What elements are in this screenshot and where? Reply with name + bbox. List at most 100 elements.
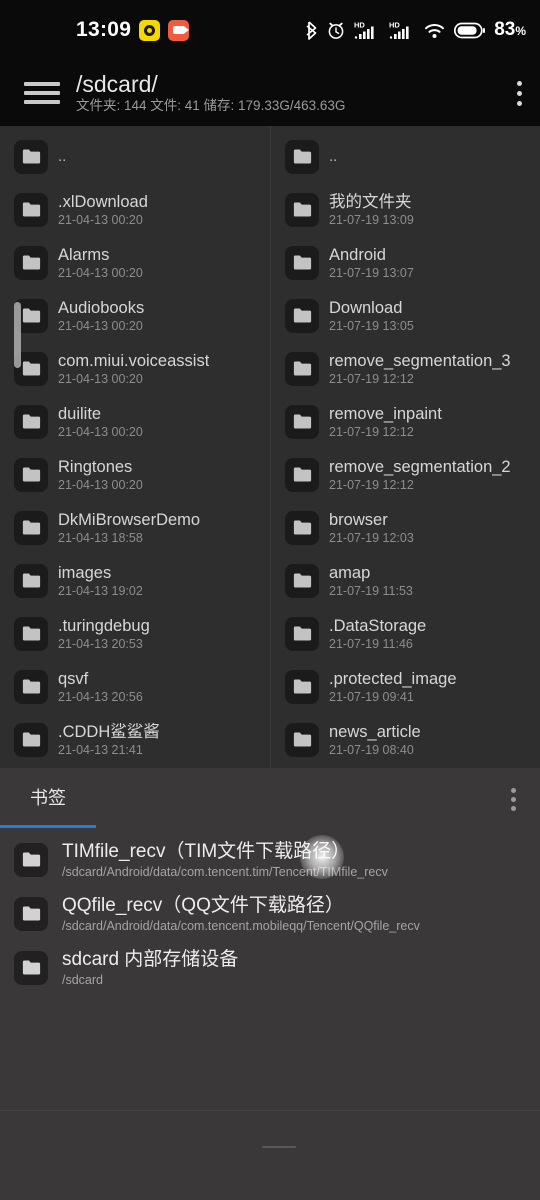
file-date: 21-07-19 11:46 <box>329 636 413 651</box>
folder-icon <box>293 573 311 588</box>
file-name: Alarms <box>58 245 110 264</box>
file-row[interactable]: .. <box>271 130 540 183</box>
file-row[interactable]: DkMiBrowserDemo 21-04-13 18:58 <box>0 501 270 554</box>
scrollbar-thumb[interactable] <box>14 302 21 368</box>
file-date: 21-04-13 00:20 <box>58 265 143 280</box>
folder-icon <box>293 308 311 323</box>
folder-icon <box>22 361 40 376</box>
file-date: 21-07-19 08:40 <box>329 742 414 757</box>
file-row[interactable]: amap 21-07-19 11:53 <box>271 554 540 607</box>
file-date: 21-07-19 12:03 <box>329 530 414 545</box>
file-row[interactable]: Download 21-07-19 13:05 <box>271 289 540 342</box>
file-row[interactable]: com.miui.voiceassist 21-04-13 00:20 <box>0 342 270 395</box>
file-row[interactable]: Audiobooks 21-04-13 00:20 <box>0 289 270 342</box>
storage-summary: 文件夹: 144 文件: 41 储存: 179.33G/463.63G <box>76 98 346 113</box>
bookmark-row[interactable]: sdcard 内部存储设备/sdcard <box>0 941 540 995</box>
folder-icon <box>285 722 319 757</box>
file-row[interactable]: images 21-04-13 19:02 <box>0 554 270 607</box>
file-row[interactable]: 我的文件夹 21-07-19 13:09 <box>271 183 540 236</box>
file-name: Ringtones <box>58 457 133 476</box>
file-row[interactable]: .DataStorage 21-07-19 11:46 <box>271 607 540 660</box>
file-row-text: remove_inpaint 21-07-19 12:12 <box>329 404 442 440</box>
file-row-text: remove_segmentation_3 21-07-19 12:12 <box>329 351 511 387</box>
file-date: 21-04-13 00:20 <box>58 371 143 386</box>
bookmarks-list: TIMfile_recv（TIM文件下载路径） /sdcard/Android/d… <box>0 826 540 995</box>
folder-icon <box>285 669 319 704</box>
file-name: .turingdebug <box>58 616 150 635</box>
folder-icon <box>293 255 311 270</box>
file-date: 21-07-19 12:12 <box>329 424 414 439</box>
file-date: 21-04-13 20:56 <box>58 689 143 704</box>
file-row[interactable]: .turingdebug 21-04-13 20:53 <box>0 607 270 660</box>
file-row[interactable]: Ringtones 21-04-13 00:20 <box>0 448 270 501</box>
folder-icon <box>14 563 48 598</box>
file-date: 21-07-19 13:05 <box>329 318 414 333</box>
file-row[interactable]: .CDDH鲨鲨酱 21-04-13 21:41 <box>0 713 270 766</box>
folder-icon <box>14 951 48 985</box>
file-row[interactable]: remove_segmentation_3 21-07-19 12:12 <box>271 342 540 395</box>
file-row-text: remove_segmentation_2 21-07-19 12:12 <box>329 457 511 493</box>
file-row[interactable]: remove_inpaint 21-07-19 12:12 <box>271 395 540 448</box>
folder-icon <box>293 679 311 694</box>
file-row-text: Download 21-07-19 13:05 <box>329 298 414 334</box>
file-row[interactable]: remove_segmentation_2 21-07-19 12:12 <box>271 448 540 501</box>
file-name: DkMiBrowserDemo <box>58 510 201 529</box>
app-bar: /sdcard/ 文件夹: 144 文件: 41 储存: 179.33G/463… <box>0 60 540 126</box>
folder-icon <box>14 722 48 757</box>
file-row[interactable]: Alarms 21-04-13 00:20 <box>0 236 270 289</box>
file-row[interactable]: .. <box>0 130 270 183</box>
bookmark-path: /sdcard <box>62 972 103 987</box>
file-row[interactable]: duilite 21-04-13 00:20 <box>0 395 270 448</box>
file-name: com.miui.voiceassist <box>58 351 210 370</box>
file-row-text: 我的文件夹 21-07-19 13:09 <box>329 192 414 228</box>
file-row[interactable]: .protected_image 21-07-19 09:41 <box>271 660 540 713</box>
file-date: 21-04-13 00:20 <box>58 318 143 333</box>
file-name: duilite <box>58 404 102 423</box>
file-name: remove_inpaint <box>329 404 442 423</box>
bookmark-row[interactable]: TIMfile_recv（TIM文件下载路径） /sdcard/Android/d… <box>0 833 540 887</box>
file-row[interactable]: qsvf 21-04-13 20:56 <box>0 660 270 713</box>
folder-icon <box>285 457 319 492</box>
folder-icon <box>14 245 48 280</box>
file-row-text: images 21-04-13 19:02 <box>58 563 143 599</box>
signal-hd-1-icon: HD <box>354 21 374 39</box>
file-name: images <box>58 563 112 582</box>
file-row[interactable]: news_article 21-07-19 08:40 <box>271 713 540 766</box>
more-vertical-icon[interactable] <box>517 80 522 106</box>
folder-icon <box>293 732 311 747</box>
folder-icon <box>22 679 40 694</box>
file-name: remove_segmentation_2 <box>329 457 511 476</box>
file-name: remove_segmentation_3 <box>329 351 511 370</box>
navigation-handle[interactable] <box>262 1146 296 1148</box>
bookmark-path: /sdcard/Android/data/com.tencent.tim/Ten… <box>62 864 388 879</box>
file-row[interactable]: .xlDownload 21-04-13 00:20 <box>0 183 270 236</box>
file-date: 21-07-19 12:12 <box>329 371 414 386</box>
folder-icon <box>14 843 48 877</box>
status-bar-left: 13:09 <box>76 18 190 42</box>
bookmark-row[interactable]: QQfile_recv（QQ文件下载路径） /sdcard/Android/dat… <box>0 887 540 941</box>
hamburger-icon[interactable] <box>16 82 68 104</box>
file-row-text: .CDDH鲨鲨酱 21-04-13 21:41 <box>58 722 160 758</box>
file-row[interactable]: browser 21-07-19 12:03 <box>271 501 540 554</box>
wifi-icon <box>425 23 445 38</box>
tab-indicator <box>0 825 96 828</box>
folder-icon <box>293 414 311 429</box>
folder-icon <box>22 255 40 270</box>
file-date: 21-07-19 13:09 <box>329 212 414 227</box>
file-name: .xlDownload <box>58 192 148 211</box>
bookmark-name: sdcard 内部存储设备 <box>62 948 239 970</box>
bookmark-name: TIMfile_recv（TIM文件下载路径） <box>62 840 351 862</box>
more-vertical-icon[interactable] <box>511 788 516 811</box>
file-date: 21-04-13 21:41 <box>58 742 143 757</box>
file-name: .DataStorage <box>329 616 427 635</box>
folder-icon <box>285 510 319 545</box>
file-list[interactable]: .. .xlDownload 21-04-13 00:20 Alarms 21-04-1… <box>0 126 540 768</box>
folder-icon <box>293 467 311 482</box>
file-row[interactable]: Android 21-07-19 13:07 <box>271 236 540 289</box>
file-row-text: .protected_image 21-07-19 09:41 <box>329 669 457 705</box>
bookmark-row-text: sdcard 内部存储设备/sdcard <box>62 948 238 989</box>
folder-icon <box>293 202 311 217</box>
file-date: 21-04-13 00:20 <box>58 212 143 227</box>
svg-text:HD: HD <box>389 21 400 30</box>
folder-icon <box>22 308 40 323</box>
